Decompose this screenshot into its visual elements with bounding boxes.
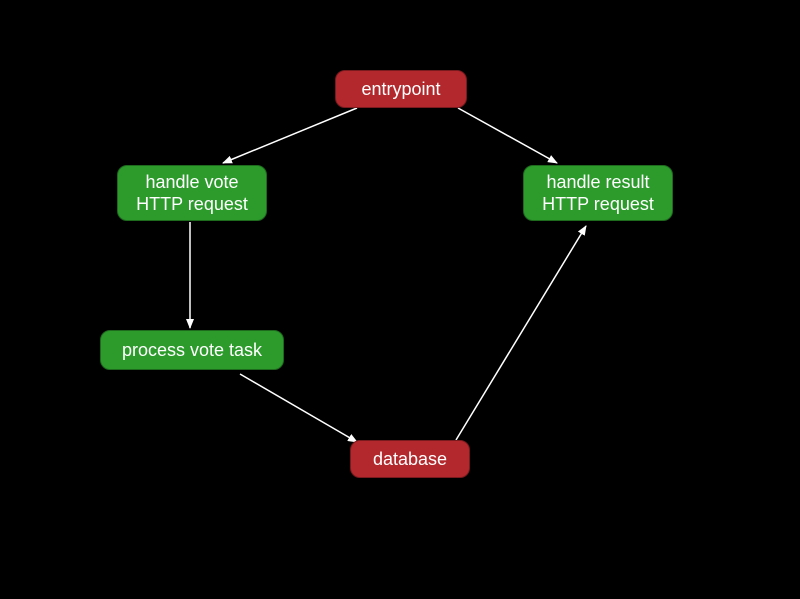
node-handle-result-label: handle resultHTTP request bbox=[542, 171, 654, 216]
edge-entrypoint-handle-vote bbox=[223, 108, 357, 163]
edge-entrypoint-handle-result bbox=[458, 108, 557, 163]
node-handle-vote-label: handle voteHTTP request bbox=[136, 171, 248, 216]
node-entrypoint: entrypoint bbox=[335, 70, 467, 108]
node-process-vote-label: process vote task bbox=[122, 339, 262, 362]
node-process-vote: process vote task bbox=[100, 330, 284, 370]
node-handle-vote: handle voteHTTP request bbox=[117, 165, 267, 221]
edge-database-handle-result bbox=[456, 226, 586, 440]
diagram-canvas: entrypoint handle voteHTTP request handl… bbox=[0, 0, 800, 599]
node-entrypoint-label: entrypoint bbox=[361, 78, 440, 101]
node-database: database bbox=[350, 440, 470, 478]
node-database-label: database bbox=[373, 448, 447, 471]
edge-process-vote-database bbox=[240, 374, 357, 442]
node-handle-result: handle resultHTTP request bbox=[523, 165, 673, 221]
